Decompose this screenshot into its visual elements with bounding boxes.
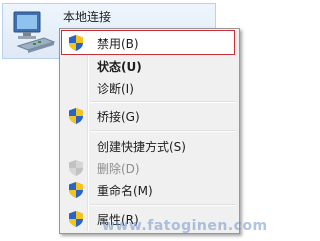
menu-separator [90,130,236,132]
menu-item-status[interactable]: 状态(U) [62,55,237,77]
menu-item-label: 删除(D) [97,162,140,176]
menu-item-label: 诊断(I) [97,82,134,96]
menu-item-label: 创建快捷方式(S) [97,140,186,154]
network-adapter-icon [13,11,56,53]
menu-item-disable[interactable]: 禁用(B) [62,32,237,54]
menu-item-label: 状态(U) [97,60,142,74]
menu-separator [90,204,236,206]
menu-item-diagnose[interactable]: 诊断(I) [62,77,237,99]
menu-item-bridge[interactable]: 桥接(G) [62,105,237,127]
uac-shield-icon [69,108,83,124]
adapter-name: 本地连接 [63,10,112,24]
menu-item-delete: 删除(D) [62,157,237,179]
menu-separator [90,101,236,103]
menu-item-create-shortcut[interactable]: 创建快捷方式(S) [62,135,237,157]
menu-item-label: 禁用(B) [97,37,139,51]
menu-item-rename[interactable]: 重命名(M) [62,179,237,201]
uac-shield-icon [69,160,83,176]
menu-item-label: 桥接(G) [97,110,140,124]
uac-shield-icon [69,211,83,227]
menu-item-label: 重命名(M) [97,184,153,198]
watermark-text: www.fatoginen.com [102,218,268,234]
context-menu: 禁用(B) 状态(U) 诊断(I) 桥接(G) 创建快捷方式(S) 删除(D) [59,28,240,234]
uac-shield-icon [69,35,83,51]
uac-shield-icon [69,182,83,198]
